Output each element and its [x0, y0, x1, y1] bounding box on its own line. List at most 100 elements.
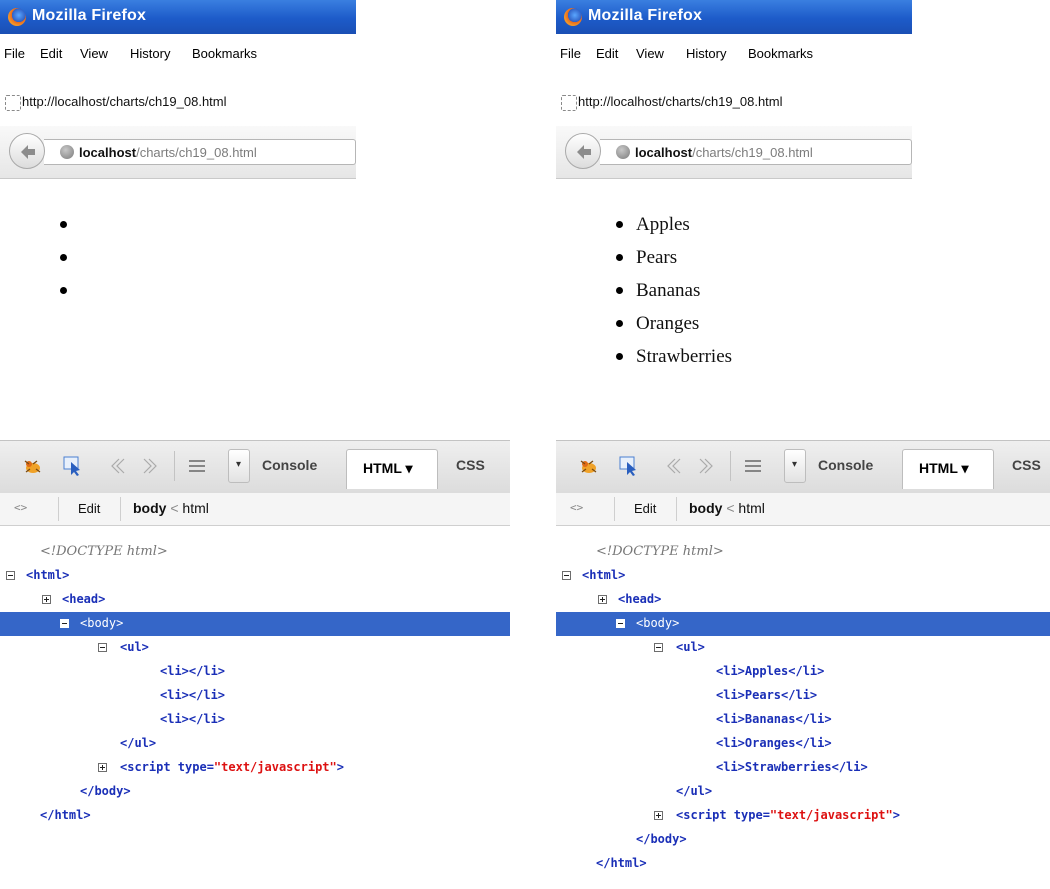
- tab-console[interactable]: Console: [262, 457, 317, 473]
- break-on-mutate-icon[interactable]: <>: [14, 501, 27, 514]
- menu-bookmarks[interactable]: Bookmarks: [748, 46, 813, 61]
- globe-icon: [616, 145, 630, 159]
- collapse-icon[interactable]: [6, 571, 15, 580]
- tree-row-ul[interactable]: <ul>: [0, 636, 510, 660]
- tree-row-head[interactable]: <head>: [0, 588, 510, 612]
- firebug-icon[interactable]: [578, 455, 600, 477]
- menu-view[interactable]: View: [636, 46, 664, 61]
- tree-row-li[interactable]: <li></li>: [0, 684, 510, 708]
- collapse-icon[interactable]: [654, 643, 663, 652]
- edit-button[interactable]: Edit: [78, 501, 100, 516]
- url-bar[interactable]: localhost/charts/ch19_08.html: [600, 139, 912, 165]
- panel-dropdown[interactable]: ▾: [784, 449, 806, 483]
- collapse-icon[interactable]: [98, 643, 107, 652]
- tree-row-ul[interactable]: <ul>: [556, 636, 1050, 660]
- breadcrumb[interactable]: body < html: [133, 500, 209, 516]
- menu-bar: File Edit View History Bookmarks: [0, 42, 356, 64]
- toolbar-divider: [174, 451, 175, 481]
- chevron-right-icon[interactable]: [140, 455, 162, 477]
- page-favicon-icon: [5, 95, 21, 111]
- inspect-icon[interactable]: [62, 455, 84, 477]
- menu-bar: File Edit View History Bookmarks: [556, 42, 912, 64]
- collapse-icon[interactable]: [562, 571, 571, 580]
- chevron-left-icon[interactable]: [662, 455, 684, 477]
- firefox-logo-icon: [8, 8, 26, 26]
- breadcrumb[interactable]: body < html: [689, 500, 765, 516]
- tree-row-html[interactable]: <html>: [0, 564, 510, 588]
- tree-row-body-close: </body>: [636, 832, 687, 846]
- tree-row-li[interactable]: <li>Apples</li>: [556, 660, 1050, 684]
- expand-icon[interactable]: [42, 595, 51, 604]
- expand-icon[interactable]: [598, 595, 607, 604]
- menu-lines-icon[interactable]: [742, 455, 764, 477]
- back-button[interactable]: [565, 133, 601, 169]
- list-item: Strawberries: [616, 340, 732, 373]
- html-panel-toolbar: <> Edit body < html: [556, 493, 1050, 526]
- globe-icon: [60, 145, 74, 159]
- break-on-mutate-icon[interactable]: <>: [570, 501, 583, 514]
- toolbar-divider: [730, 451, 731, 481]
- list-item: [60, 241, 80, 274]
- menu-history[interactable]: History: [130, 46, 170, 61]
- panel-dropdown[interactable]: ▾: [228, 449, 250, 483]
- menu-history[interactable]: History: [686, 46, 726, 61]
- firefox-logo-icon: [564, 8, 582, 26]
- menu-file[interactable]: File: [560, 46, 581, 61]
- tab-strip[interactable]: http://localhost/charts/ch19_08.html: [0, 90, 356, 118]
- menu-view[interactable]: View: [80, 46, 108, 61]
- left-screenshot: Mozilla Firefox File Edit View History B…: [0, 0, 520, 889]
- tree-row-li[interactable]: <li></li>: [0, 708, 510, 732]
- menu-bookmarks[interactable]: Bookmarks: [192, 46, 257, 61]
- tree-row-li[interactable]: <li>Bananas</li>: [556, 708, 1050, 732]
- tree-row-li[interactable]: <li></li>: [0, 660, 510, 684]
- right-screenshot: Mozilla Firefox File Edit View History B…: [556, 0, 1050, 889]
- tree-row-li[interactable]: <li>Pears</li>: [556, 684, 1050, 708]
- url-text: localhost/charts/ch19_08.html: [79, 145, 257, 160]
- toolbar-divider: [676, 497, 677, 521]
- tree-row-body[interactable]: <body>: [0, 612, 510, 636]
- tree-row-ul-close: </ul>: [120, 736, 157, 750]
- firebug-icon[interactable]: [22, 455, 44, 477]
- tree-row-html-close: </html>: [40, 808, 91, 822]
- list-item: Pears: [616, 241, 732, 274]
- chevron-left-icon[interactable]: [106, 455, 128, 477]
- tree-row-body[interactable]: <body>: [556, 612, 1050, 636]
- window-titlebar: Mozilla Firefox: [0, 0, 356, 34]
- firebug-toolbar: ▾ Console HTML ▾ CSS: [0, 440, 510, 494]
- tab-strip[interactable]: http://localhost/charts/ch19_08.html: [556, 90, 912, 118]
- tab-css[interactable]: CSS: [456, 457, 485, 473]
- expand-icon[interactable]: [98, 763, 107, 772]
- tree-row-body-close: </body>: [80, 784, 131, 798]
- tab-html[interactable]: HTML ▾: [902, 449, 994, 489]
- tab-css[interactable]: CSS: [1012, 457, 1041, 473]
- expand-icon[interactable]: [654, 811, 663, 820]
- edit-button[interactable]: Edit: [634, 501, 656, 516]
- menu-edit[interactable]: Edit: [40, 46, 62, 61]
- chevron-right-icon[interactable]: [696, 455, 718, 477]
- list-item: Oranges: [616, 307, 732, 340]
- page-favicon-icon: [561, 95, 577, 111]
- page-list: [60, 208, 80, 307]
- menu-lines-icon[interactable]: [186, 455, 208, 477]
- tree-row-html[interactable]: <html>: [556, 564, 1050, 588]
- chevron-down-icon: ▾: [236, 459, 242, 470]
- url-bar[interactable]: localhost/charts/ch19_08.html: [44, 139, 356, 165]
- tree-row-li[interactable]: <li>Strawberries</li>: [556, 756, 1050, 780]
- collapse-icon[interactable]: [616, 619, 625, 628]
- inspect-icon[interactable]: [618, 455, 640, 477]
- menu-file[interactable]: File: [4, 46, 25, 61]
- tab-console[interactable]: Console: [818, 457, 873, 473]
- tree-row-script[interactable]: <script type="text/javascript">: [0, 756, 510, 780]
- tree-row-li[interactable]: <li>Oranges</li>: [556, 732, 1050, 756]
- collapse-icon[interactable]: [60, 619, 69, 628]
- back-button[interactable]: [9, 133, 45, 169]
- firebug-toolbar: ▾ Console HTML ▾ CSS: [556, 440, 1050, 494]
- navigation-bar: localhost/charts/ch19_08.html: [556, 126, 912, 179]
- list-item: Apples: [616, 208, 732, 241]
- tab-html[interactable]: HTML ▾: [346, 449, 438, 489]
- chevron-down-icon: ▾: [792, 459, 798, 470]
- tree-row-html-close: </html>: [596, 856, 647, 870]
- tree-row-head[interactable]: <head>: [556, 588, 1050, 612]
- tree-row-script[interactable]: <script type="text/javascript">: [556, 804, 1050, 828]
- menu-edit[interactable]: Edit: [596, 46, 618, 61]
